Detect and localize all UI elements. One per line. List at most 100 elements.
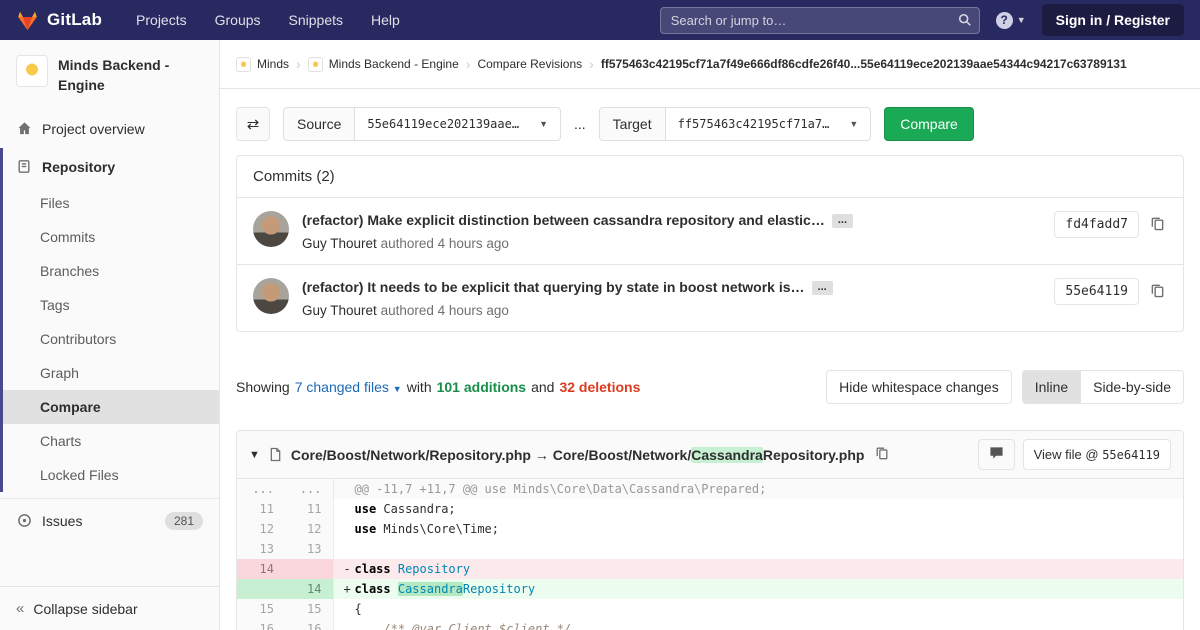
page-content: ⇄ Source 55e64119ece202139aae… ▼ ... Tar… (220, 89, 1200, 630)
commit-author-link[interactable]: Guy Thouret (302, 303, 377, 318)
diff-table-body: ...... @@ -11,7 +11,7 @@ use Minds\Core\D… (237, 479, 1183, 630)
nav-item-snippets[interactable]: Snippets (289, 12, 343, 28)
author-avatar[interactable] (253, 211, 289, 247)
commit-row: (refactor) It needs to be explicit that … (237, 264, 1183, 331)
sign-in-button[interactable]: Sign in / Register (1041, 4, 1184, 36)
search-icon[interactable] (958, 13, 972, 30)
new-line-number[interactable]: 11 (285, 499, 334, 520)
source-ref-value: 55e64119ece202139aae… (367, 117, 520, 131)
breadcrumb-section-label: Compare Revisions (477, 57, 583, 71)
commit-sha-link[interactable]: fd4fadd7 (1054, 211, 1139, 238)
nav-item-projects[interactable]: Projects (136, 12, 187, 28)
global-search (659, 6, 980, 34)
range-dots: ... (574, 116, 586, 132)
diff-file-path-link[interactable]: Core/Boost/Network/Repository.php → Core… (291, 446, 864, 463)
copy-sha-button[interactable] (1148, 214, 1167, 236)
inline-view-button[interactable]: Inline (1021, 370, 1082, 405)
sidebar-item-repository[interactable]: Repository (3, 148, 219, 186)
line-content (333, 539, 1183, 559)
gitlab-home-link[interactable]: GitLab (16, 9, 102, 32)
nav-item-help[interactable]: Help (371, 12, 400, 28)
commit-author-link[interactable]: Guy Thouret (302, 236, 377, 251)
sidebar-item-files[interactable]: Files (3, 186, 219, 220)
new-line-number[interactable]: 14 (285, 579, 334, 600)
old-line-number[interactable]: 12 (237, 519, 285, 540)
and-label: and (531, 379, 555, 396)
new-line-number[interactable]: ... (285, 479, 334, 500)
new-line-number[interactable]: 12 (285, 519, 334, 540)
compare-button[interactable]: Compare (884, 107, 974, 141)
new-line-number[interactable]: 15 (285, 599, 334, 620)
breadcrumb-section-link[interactable]: Compare Revisions (477, 57, 582, 71)
target-label: Target (599, 108, 666, 140)
showing-label: Showing (236, 379, 290, 396)
author-avatar[interactable] (253, 278, 289, 315)
diff-line: 12 12 use Minds\Core\Time; (237, 519, 1183, 540)
new-line-number[interactable]: 16 (285, 619, 334, 630)
commit-message-expand-button[interactable]: ... (831, 214, 853, 228)
collapse-sidebar-button[interactable]: « Collapse sidebar (0, 586, 219, 630)
sidebar-item-project-overview[interactable]: Project overview (0, 110, 219, 148)
line-content: { (333, 599, 1183, 619)
line-content: - class Repository (333, 559, 1183, 580)
diff-line: 15 15 { (237, 599, 1183, 620)
top-navbar: GitLab Projects Groups Snippets Help ? ▼… (0, 0, 1200, 40)
collapse-diff-icon[interactable]: ▼ (249, 449, 260, 461)
old-line-number[interactable]: 11 (237, 499, 285, 520)
new-line-number[interactable]: 13 (285, 539, 334, 560)
commit-message-expand-button[interactable]: ... (811, 281, 833, 296)
project-context-header[interactable]: Minds Backend - Engine (0, 40, 219, 110)
diff-line: 16 16 /** @var Client $client */ (237, 619, 1183, 630)
brand-name: GitLab (47, 10, 103, 29)
hide-whitespace-button[interactable]: Hide whitespace changes (826, 370, 1012, 405)
code-token: Repository (462, 582, 536, 597)
line-content: use Minds\Core\Time; (333, 519, 1183, 539)
sidebar-item-compare[interactable]: Compare (3, 389, 219, 424)
breadcrumb-separator: › (465, 56, 471, 72)
breadcrumb-group-link[interactable]: Minds (236, 56, 289, 72)
changed-files-dropdown[interactable]: 7 changed files ▼ (295, 379, 402, 395)
diff-line: 14 + class CassandraRepository (237, 579, 1183, 600)
old-line-number[interactable]: 16 (237, 619, 285, 630)
sidebar-item-tags[interactable]: Tags (3, 288, 219, 322)
target-ref-group: Target ff575463c42195cf71a7… ▼ (598, 107, 872, 141)
new-file-path-highlight: Cassandra (691, 446, 763, 463)
code-token: Cassandra (397, 582, 463, 597)
view-file-button[interactable]: View file @ 55e64119 (1022, 439, 1171, 471)
help-menu[interactable]: ? ▼ (995, 11, 1026, 29)
old-line-number[interactable]: 13 (237, 539, 285, 560)
old-line-number[interactable] (237, 579, 285, 600)
chevron-down-icon: ▼ (1016, 15, 1026, 25)
side-by-side-view-button[interactable]: Side-by-side (1080, 370, 1184, 405)
breadcrumb-project-link[interactable]: Minds Backend - Engine (307, 56, 459, 72)
commit-title-link[interactable]: (refactor) Make explicit distinction bet… (302, 212, 825, 228)
line-content: /** @var Client $client */ (333, 619, 1183, 630)
swap-revisions-button[interactable]: ⇄ (236, 107, 270, 141)
sidebar-item-issues[interactable]: Issues 281 (0, 501, 219, 541)
diff-line: 11 11 use Cassandra; (237, 499, 1183, 520)
old-line-number[interactable]: 14 (237, 559, 285, 580)
old-line-number[interactable]: 15 (237, 599, 285, 620)
diff-file-panel: ▼ Core/Boost/Network/Repository.php → Co… (236, 430, 1184, 630)
sidebar-item-commits[interactable]: Commits (3, 220, 219, 254)
diff-sign (342, 519, 355, 539)
commit-title-link[interactable]: (refactor) It needs to be explicit that … (302, 279, 805, 295)
source-ref-dropdown[interactable]: 55e64119ece202139aae… ▼ (355, 108, 560, 140)
project-sidebar: Minds Backend - Engine Project overview … (0, 40, 220, 630)
copy-file-path-button[interactable] (873, 444, 891, 465)
sidebar-item-graph[interactable]: Graph (3, 356, 219, 390)
help-icon: ? (995, 11, 1013, 29)
new-line-number[interactable] (285, 559, 334, 580)
sidebar-item-contributors[interactable]: Contributors (3, 322, 219, 356)
toggle-comments-button[interactable] (977, 439, 1015, 471)
sidebar-item-charts[interactable]: Charts (3, 424, 219, 458)
old-line-number[interactable]: ... (237, 479, 285, 500)
sidebar-item-branches[interactable]: Branches (3, 254, 219, 288)
copy-sha-button[interactable] (1148, 281, 1167, 303)
sidebar-item-locked-files[interactable]: Locked Files (3, 458, 219, 492)
issues-icon (16, 513, 32, 528)
commit-sha-link[interactable]: 55e64119 (1054, 278, 1139, 306)
target-ref-dropdown[interactable]: ff575463c42195cf71a7… ▼ (666, 108, 871, 140)
nav-item-groups[interactable]: Groups (215, 12, 261, 28)
search-input[interactable] (659, 6, 980, 34)
